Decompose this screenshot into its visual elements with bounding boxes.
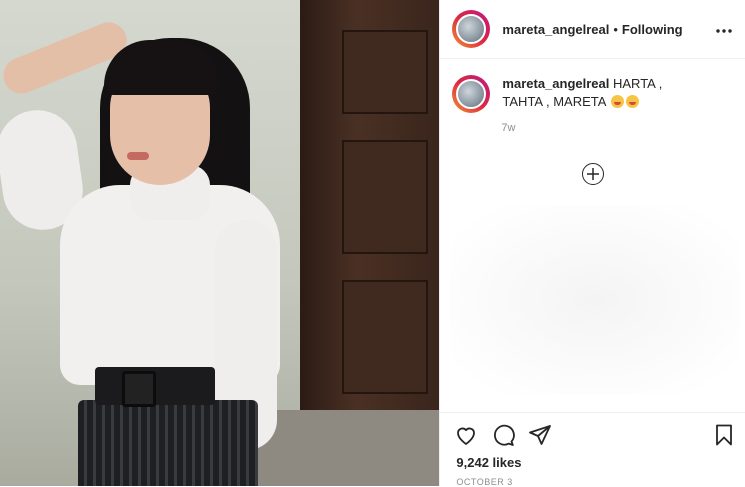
comment-icon[interactable] [491, 423, 516, 447]
caption-username[interactable]: mareta_angelreal [502, 76, 609, 91]
grinning-face-with-tongue-emoji [626, 95, 640, 108]
post-photo[interactable] [0, 0, 440, 486]
background-door [300, 0, 440, 420]
pleated-skirt [78, 400, 258, 486]
belt-buckle [122, 371, 156, 407]
caption-text: mareta_angelreal HARTA , TAHTA , MARETA [502, 75, 702, 113]
action-bar [440, 412, 745, 459]
caption-avatar[interactable] [452, 75, 491, 113]
instagram-post: mareta_angelreal • Following mareta_ange… [0, 0, 745, 487]
ellipsis-icon[interactable] [715, 17, 733, 40]
post-sidebar: mareta_angelreal • Following mareta_ange… [439, 0, 745, 487]
header-username[interactable]: mareta_angelreal [502, 22, 609, 37]
paper-plane-icon[interactable] [528, 423, 552, 447]
grinning-face-with-tongue-emoji [611, 95, 625, 108]
like-count[interactable]: 9,242 likes [456, 455, 521, 470]
post-header: mareta_angelreal • Following [440, 0, 745, 59]
plus-circle-icon[interactable] [582, 163, 605, 185]
avatar[interactable] [452, 10, 491, 48]
following-button[interactable]: Following [622, 22, 683, 37]
caption: mareta_angelreal HARTA , TAHTA , MARETA [440, 59, 745, 113]
comments-area [450, 205, 741, 395]
caption-age[interactable]: 7w [501, 122, 745, 134]
bookmark-icon[interactable] [712, 423, 736, 447]
heart-icon[interactable] [454, 423, 478, 447]
separator-dot: • [613, 21, 618, 37]
lips [127, 152, 149, 160]
